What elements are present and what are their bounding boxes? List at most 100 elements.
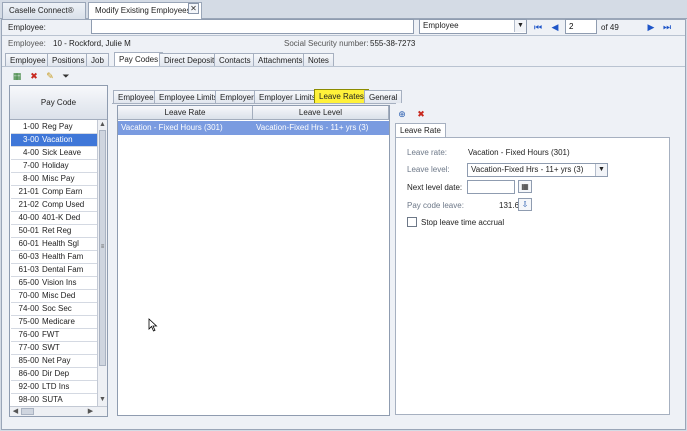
app-tab-label: Modify Existing Employees bbox=[95, 6, 191, 15]
employee-lookup-input[interactable] bbox=[91, 19, 414, 34]
list-item[interactable]: 50-01 Ret Reg bbox=[11, 225, 97, 238]
calendar-icon[interactable]: ▦ bbox=[518, 180, 532, 193]
scroll-thumb[interactable] bbox=[21, 408, 34, 415]
list-item[interactable]: 61-03 Dental Fam bbox=[11, 264, 97, 277]
pay-code-number: 74-00 bbox=[18, 304, 39, 313]
subtab-employee[interactable]: Employee bbox=[113, 90, 159, 103]
pay-code-number: 75-00 bbox=[18, 317, 39, 326]
list-item[interactable]: 8-00 Misc Pay bbox=[11, 173, 97, 186]
app-tabstrip: Caselle Connect® Modify Existing Employe… bbox=[0, 0, 687, 20]
pay-code-number: 3-00 bbox=[22, 135, 39, 144]
subtab-employee-limits[interactable]: Employee Limits bbox=[154, 90, 223, 103]
pay-code-number: 61-03 bbox=[18, 265, 39, 274]
next-level-date-label: Next level date: bbox=[407, 183, 463, 192]
app-tab-modify-employees[interactable]: Modify Existing Employees bbox=[88, 2, 202, 20]
list-item[interactable]: 21-02 Comp Used bbox=[11, 199, 97, 212]
list-item[interactable]: 74-00 Soc Sec bbox=[11, 303, 97, 316]
pay-code-name: Health Sgl bbox=[42, 239, 79, 248]
pay-code-horizontal-scrollbar[interactable]: ◀ ▶ bbox=[10, 406, 107, 416]
pay-code-name: SWT bbox=[42, 343, 60, 352]
chevron-down-icon: ▼ bbox=[595, 164, 607, 176]
pay-code-vertical-scrollbar[interactable]: ▲ ≡ ▼ bbox=[97, 120, 107, 406]
next-record-icon[interactable]: ▶ bbox=[645, 21, 657, 33]
pay-code-number: 60-03 bbox=[18, 252, 39, 261]
record-number-input[interactable] bbox=[565, 19, 597, 34]
list-item[interactable]: 1-00 Reg Pay bbox=[11, 121, 97, 134]
tab-pay-codes[interactable]: Pay Codes bbox=[114, 52, 164, 66]
pay-code-number: 4-00 bbox=[22, 148, 39, 157]
tab-notes[interactable]: Notes bbox=[303, 53, 334, 66]
pay-code-leave-label: Pay code leave: bbox=[407, 201, 464, 210]
subtab-employer[interactable]: Employer bbox=[215, 90, 259, 103]
last-record-icon[interactable]: ⏭ bbox=[661, 21, 673, 33]
list-item[interactable]: 75-00 Medicare bbox=[11, 316, 97, 329]
leave-rate-label: Leave rate: bbox=[407, 148, 448, 157]
stop-accrual-label: Stop leave time accrual bbox=[421, 218, 505, 227]
table-row[interactable]: Vacation - Fixed Hours (301) Vacation-Fi… bbox=[118, 121, 389, 135]
tab-employee[interactable]: Employee bbox=[5, 53, 51, 66]
list-item[interactable]: 86-00 Dir Dep bbox=[11, 368, 97, 381]
list-item[interactable]: 7-00 Holiday bbox=[11, 160, 97, 173]
ssn-label: Social Security number: bbox=[284, 39, 369, 48]
details-icon[interactable]: ⇩ bbox=[518, 198, 532, 211]
list-item[interactable]: 70-00 Misc Ded bbox=[11, 290, 97, 303]
tab-positions[interactable]: Positions bbox=[47, 53, 90, 66]
app-tab-caselle-connect[interactable]: Caselle Connect® bbox=[2, 2, 86, 19]
list-item[interactable]: 40-00 401-K Ded bbox=[11, 212, 97, 225]
pay-code-name: Ret Reg bbox=[42, 226, 72, 235]
subtab-employer-limits[interactable]: Employer Limits bbox=[254, 90, 321, 103]
tab-contacts[interactable]: Contacts bbox=[214, 53, 256, 66]
delete-icon[interactable]: ✖ bbox=[415, 108, 427, 120]
scroll-down-icon[interactable]: ▼ bbox=[98, 395, 107, 404]
pay-code-number: 7-00 bbox=[22, 161, 39, 170]
delete-icon[interactable]: ✖ bbox=[28, 70, 40, 82]
subtab-leave-rates[interactable]: Leave Rates bbox=[314, 89, 369, 103]
pay-code-number: 77-00 bbox=[18, 343, 39, 352]
list-item[interactable]: 77-00 SWT bbox=[11, 342, 97, 355]
add-icon[interactable]: ⊕ bbox=[396, 108, 408, 120]
grip-icon: ≡ bbox=[100, 244, 105, 250]
scroll-right-icon[interactable]: ▶ bbox=[86, 407, 95, 416]
edit-icon[interactable]: ✎ bbox=[44, 70, 56, 82]
column-header-leave-level[interactable]: Leave Level bbox=[253, 106, 389, 120]
pay-code-name: Dir Dep bbox=[42, 369, 70, 378]
lookup-type-value: Employee bbox=[423, 21, 459, 30]
spreadsheet-icon[interactable]: ▦ bbox=[11, 70, 23, 82]
pay-code-number: 40-00 bbox=[18, 213, 39, 222]
tab-direct-deposit[interactable]: Direct Deposit bbox=[159, 53, 220, 66]
pay-code-number: 50-01 bbox=[18, 226, 39, 235]
next-level-date-input[interactable] bbox=[467, 180, 515, 194]
leave-rates-grid: Leave Rate Leave Level Vacation - Fixed … bbox=[117, 105, 390, 416]
list-item[interactable]: 92-00 LTD Ins bbox=[11, 381, 97, 394]
pay-code-number: 98-00 bbox=[18, 395, 39, 404]
pay-code-header[interactable]: Pay Code bbox=[10, 86, 107, 120]
pay-code-list: Pay Code 1-00 Reg Pay 3-00 Vacation 4-00 Sick… bbox=[9, 85, 108, 417]
list-item[interactable]: 85-00 Net Pay bbox=[11, 355, 97, 368]
tab-job[interactable]: Job bbox=[86, 53, 109, 66]
leave-level-label: Leave level: bbox=[407, 165, 450, 174]
scroll-left-icon[interactable]: ◀ bbox=[11, 407, 20, 416]
tab-leave-rate[interactable]: Leave Rate bbox=[395, 123, 446, 137]
list-item[interactable]: 76-00 FWT bbox=[11, 329, 97, 342]
scroll-up-icon[interactable]: ▲ bbox=[98, 120, 107, 129]
leave-level-select[interactable]: Vacation-Fixed Hrs - 11+ yrs (3) ▼ bbox=[467, 163, 608, 177]
lookup-type-select[interactable]: Employee ▼ bbox=[419, 19, 527, 34]
previous-record-icon[interactable]: ◀ bbox=[549, 21, 561, 33]
list-item[interactable]: 4-00 Sick Leave bbox=[11, 147, 97, 160]
pay-code-name: 401-K Ded bbox=[42, 213, 81, 222]
list-item[interactable]: 60-01 Health Sgl bbox=[11, 238, 97, 251]
list-item[interactable]: 3-00 Vacation bbox=[11, 134, 97, 147]
first-record-icon[interactable]: ⏮ bbox=[532, 21, 544, 33]
close-icon[interactable]: ✕ bbox=[188, 3, 199, 14]
stop-accrual-checkbox[interactable] bbox=[407, 217, 417, 227]
column-header-leave-rate[interactable]: Leave Rate bbox=[118, 106, 253, 120]
list-item[interactable]: 65-00 Vision Ins bbox=[11, 277, 97, 290]
subtab-general[interactable]: General bbox=[364, 90, 403, 103]
list-item[interactable]: 60-03 Health Fam bbox=[11, 251, 97, 264]
tab-attachments[interactable]: Attachments bbox=[253, 53, 308, 66]
leave-rate-detail: Leave rate: Vacation - Fixed Hours (301)… bbox=[395, 137, 670, 415]
list-item[interactable]: 21-01 Comp Earn bbox=[11, 186, 97, 199]
filter-icon[interactable]: ⏷ bbox=[60, 70, 72, 82]
pay-code-name: Comp Used bbox=[42, 200, 85, 209]
divider bbox=[2, 35, 685, 36]
